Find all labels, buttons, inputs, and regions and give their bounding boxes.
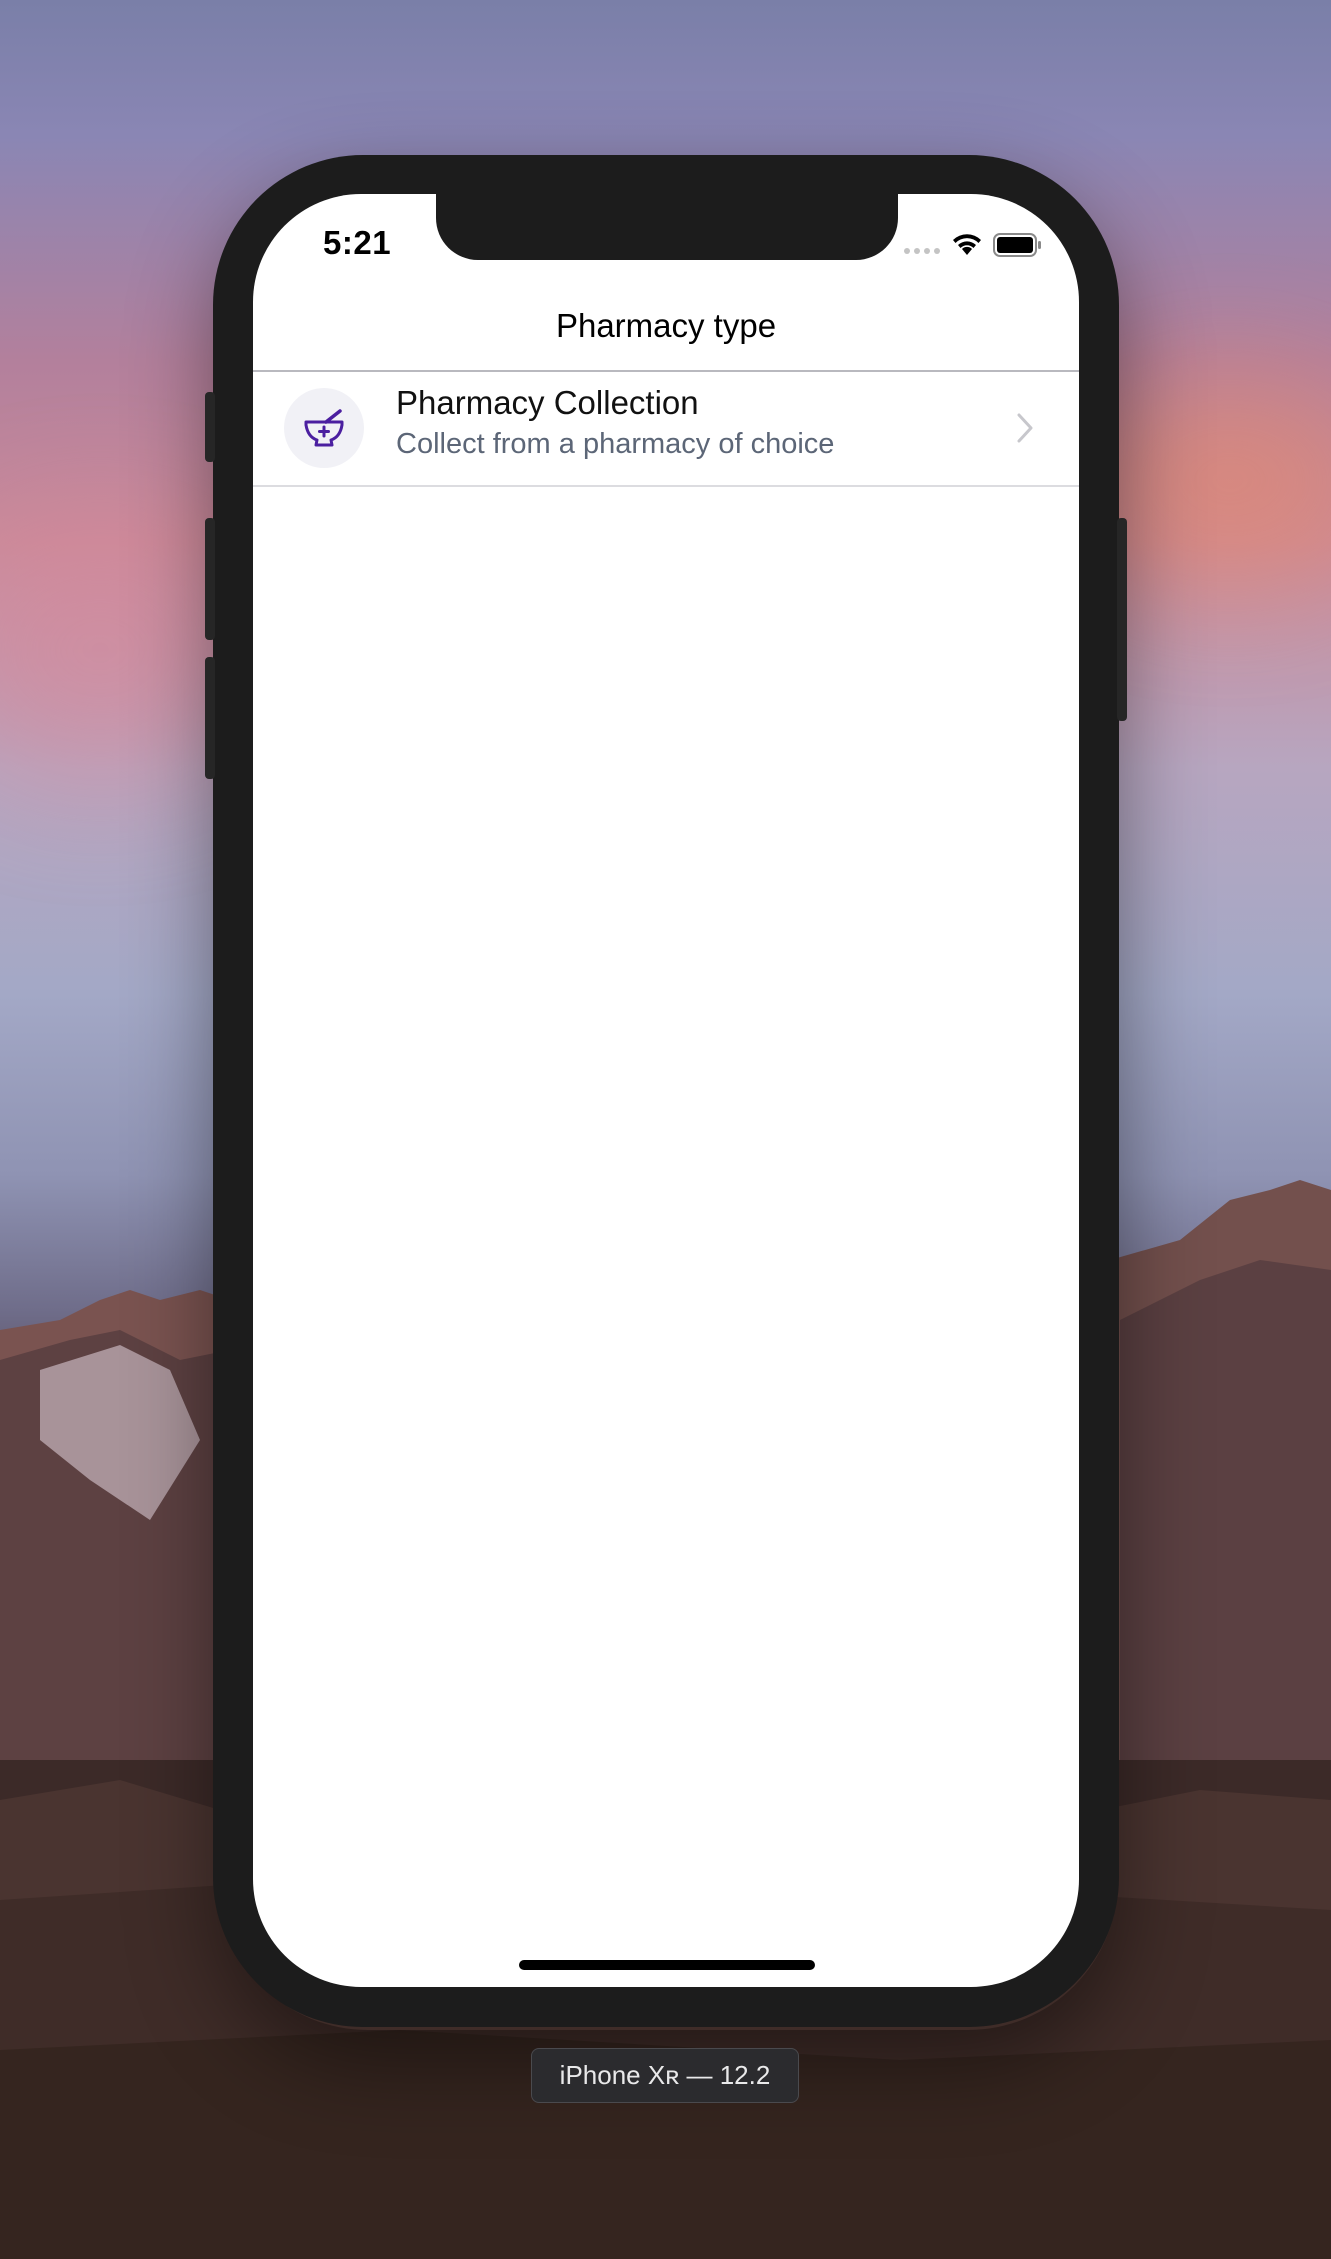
mortar-pestle-icon [284, 388, 364, 468]
notch [436, 194, 898, 260]
home-indicator[interactable] [519, 1960, 815, 1970]
status-time: 5:21 [323, 224, 392, 261]
volume-down-button[interactable] [205, 657, 215, 779]
battery-icon [993, 233, 1041, 257]
volume-up-button[interactable] [205, 518, 215, 640]
list-item-title: Pharmacy Collection [396, 384, 699, 421]
power-button[interactable] [1117, 518, 1127, 721]
chevron-right-icon [1017, 413, 1033, 443]
wifi-icon [953, 234, 981, 255]
device-label: iPhone Xʀ — 12.2 [531, 2048, 799, 2103]
page-title: Pharmacy type [555, 307, 777, 344]
row-divider [253, 485, 1079, 487]
list-item-pharmacy-collection[interactable]: Pharmacy Collection Collect from a pharm… [253, 372, 1079, 485]
cellular-signal-icon [904, 248, 940, 254]
list-item-subtitle: Collect from a pharmacy of choice [396, 428, 835, 460]
silent-switch[interactable] [205, 392, 215, 462]
phone-screen: 5:21 Pharmacy type Pharmacy Collection C… [253, 194, 1079, 1987]
desktop-background: 5:21 Pharmacy type Pharmacy Collection C… [0, 0, 1331, 2259]
